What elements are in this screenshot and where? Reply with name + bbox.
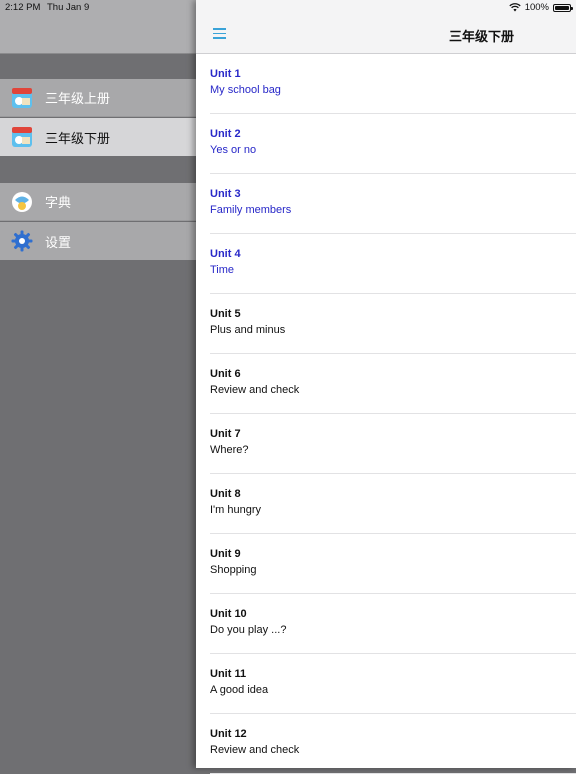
unit-list-item[interactable]: Unit 5 Plus and minus — [210, 294, 576, 354]
sidebar-item-label: 字典 — [45, 195, 72, 210]
unit-number: Unit 4 — [210, 248, 241, 260]
status-time: 2:12 PM — [5, 2, 41, 13]
unit-list-item[interactable]: Unit 8 I'm hungry — [210, 474, 576, 534]
unit-title: Plus and minus — [210, 324, 286, 336]
unit-list-item[interactable]: Unit 1 My school bag — [210, 54, 576, 114]
status-indicators: 100% — [509, 2, 573, 13]
unit-number: Unit 2 — [210, 128, 241, 140]
status-bar: 2:12 PM Thu Jan 9 100% — [0, 0, 576, 16]
unit-title: Time — [210, 264, 235, 276]
battery-percent: 100% — [524, 2, 549, 13]
content-panel: 三年级下册 Unit 1 My school bag Unit 2 Yes or… — [196, 0, 576, 774]
unit-title: Shopping — [210, 564, 257, 576]
unit-title: Review and check — [210, 384, 300, 396]
unit-number: Unit 6 — [210, 368, 241, 380]
unit-title: Do you play ...? — [210, 624, 287, 636]
unit-number: Unit 1 — [210, 68, 241, 80]
unit-number: Unit 3 — [210, 188, 241, 200]
unit-title: I'm hungry — [210, 504, 262, 516]
unit-list-item[interactable]: Unit 11 A good idea — [210, 654, 576, 714]
unit-title: Where? — [210, 444, 249, 456]
unit-list-item[interactable]: Unit 4 Time — [210, 234, 576, 294]
unit-number: Unit 11 — [210, 668, 247, 680]
unit-list-item[interactable]: Unit 3 Family members — [210, 174, 576, 234]
sidebar-item-label: 三年级上册 — [45, 91, 111, 106]
book-cover-icon — [12, 127, 32, 147]
status-date: Thu Jan 9 — [47, 2, 90, 13]
unit-title: A good idea — [210, 684, 269, 696]
dictionary-icon — [12, 191, 32, 212]
unit-list-item[interactable]: Unit 9 Shopping — [210, 534, 576, 594]
unit-number: Unit 7 — [210, 428, 241, 440]
sidebar-item-grade3-first-volume[interactable]: 三年级上册 — [0, 79, 196, 117]
sidebar-item-label: 设置 — [45, 234, 72, 250]
sidebar-item-dictionary[interactable]: 字典 — [0, 183, 196, 221]
unit-list-item[interactable]: Unit 12 Review and check — [210, 714, 576, 774]
unit-list-item[interactable]: Unit 10 Do you play ...? — [210, 594, 576, 654]
sidebar-item-settings[interactable]: 设置 — [0, 222, 196, 260]
unit-list: Unit 1 My school bag Unit 2 Yes or no Un… — [196, 54, 576, 774]
unit-number: Unit 5 — [210, 308, 241, 320]
unit-list-item[interactable]: Unit 7 Where? — [210, 414, 576, 474]
battery-icon — [553, 3, 573, 12]
unit-title: My school bag — [210, 84, 281, 96]
unit-list-item[interactable]: Unit 6 Review and check — [210, 354, 576, 414]
unit-title: Family members — [210, 204, 292, 216]
gear-icon — [11, 230, 33, 252]
unit-title: Yes or no — [210, 144, 257, 156]
unit-list-item[interactable]: Unit 2 Yes or no — [210, 114, 576, 174]
unit-number: Unit 10 — [210, 608, 247, 620]
wifi-icon — [509, 3, 521, 12]
page-title: 三年级下册 — [448, 29, 514, 44]
unit-title: Review and check — [210, 744, 300, 756]
unit-number: Unit 8 — [210, 488, 241, 500]
sidebar-item-label: 三年级下册 — [45, 130, 111, 146]
unit-number: Unit 12 — [210, 728, 247, 740]
side-menu: 三年级上册 三年级下册 字典 设置 — [0, 0, 196, 768]
sidebar-item-grade3-second-volume[interactable]: 三年级下册 — [0, 118, 196, 156]
book-cover-icon — [12, 87, 32, 108]
unit-number: Unit 9 — [210, 548, 241, 560]
